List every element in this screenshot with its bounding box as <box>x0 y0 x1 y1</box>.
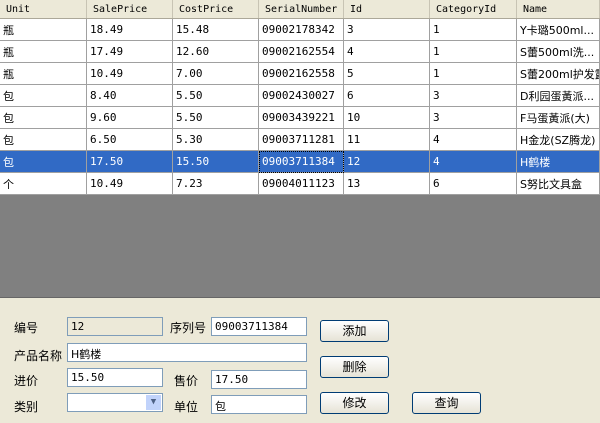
table-row[interactable]: 瓶 10.49 7.00 09002162558 5 1 S蕾200ml护发露 <box>0 62 600 85</box>
table-cell-id[interactable]: 6 <box>343 84 430 107</box>
table-cell-costprice[interactable]: 7.23 <box>172 172 259 195</box>
table-row[interactable]: 包 17.50 15.50 09003711384 12 4 H鹤楼 <box>0 150 600 173</box>
table-cell-unit[interactable]: 瓶 <box>0 62 87 85</box>
unit-label: 单位 <box>174 400 199 414</box>
table-cell-costprice[interactable]: 7.00 <box>172 62 259 85</box>
table-cell-serialnumber[interactable]: 09002162558 <box>258 62 344 85</box>
table-cell-name[interactable]: S努比文具盒 <box>516 172 600 195</box>
table-row[interactable]: 包 8.40 5.50 09002430027 6 3 D利园蛋黃派... <box>0 84 600 107</box>
table-cell-unit[interactable]: 瓶 <box>0 40 87 63</box>
table-row[interactable]: 瓶 18.49 15.48 09002178342 3 1 Y卡璐500ml... <box>0 18 600 41</box>
table-cell-costprice[interactable]: 12.60 <box>172 40 259 63</box>
col-header-unit[interactable]: Unit <box>0 0 87 19</box>
table-cell-name[interactable]: S蕾500ml洗... <box>516 40 600 63</box>
table-cell-saleprice[interactable]: 6.50 <box>86 128 173 151</box>
table-cell-saleprice[interactable]: 9.60 <box>86 106 173 129</box>
name-field[interactable]: H鹤楼 <box>67 343 307 362</box>
table-cell-name[interactable]: D利园蛋黃派... <box>516 84 600 107</box>
table-cell-saleprice[interactable]: 17.49 <box>86 40 173 63</box>
table-cell-categoryid[interactable]: 4 <box>429 128 517 151</box>
unit-field[interactable]: 包 <box>211 395 307 414</box>
cost-field[interactable]: 15.50 <box>67 368 163 387</box>
delete-button[interactable]: 删除 <box>320 356 389 378</box>
table-cell-unit[interactable]: 瓶 <box>0 18 87 41</box>
table-cell-name[interactable]: F马蛋黃派(大) <box>516 106 600 129</box>
table-cell-categoryid[interactable]: 1 <box>429 62 517 85</box>
table-cell-unit[interactable]: 包 <box>0 128 87 151</box>
table-cell-name[interactable]: Y卡璐500ml... <box>516 18 600 41</box>
col-header-id[interactable]: Id <box>343 0 430 19</box>
id-label: 编号 <box>14 321 39 335</box>
table-cell-id[interactable]: 12 <box>343 150 430 173</box>
serial-field[interactable]: 09003711384 <box>211 317 307 336</box>
category-select[interactable]: ▼ <box>67 393 163 412</box>
chevron-down-icon[interactable]: ▼ <box>146 395 161 410</box>
table-cell-costprice[interactable]: 5.30 <box>172 128 259 151</box>
cost-label: 进价 <box>14 374 39 388</box>
col-header-saleprice[interactable]: SalePrice <box>86 0 173 19</box>
table-cell-serialnumber[interactable]: 09002162554 <box>258 40 344 63</box>
table-cell-categoryid[interactable]: 1 <box>429 18 517 41</box>
table-cell-categoryid[interactable]: 3 <box>429 84 517 107</box>
col-header-categoryid[interactable]: CategoryId <box>429 0 517 19</box>
table-cell-name[interactable]: S蕾200ml护发露 <box>516 62 600 85</box>
table-cell-saleprice[interactable]: 17.50 <box>86 150 173 173</box>
table-row[interactable]: 个 10.49 7.23 09004011123 13 6 S努比文具盒 <box>0 172 600 195</box>
table-cell-categoryid[interactable]: 4 <box>429 150 517 173</box>
table-cell-id[interactable]: 3 <box>343 18 430 41</box>
sale-label: 售价 <box>174 374 199 388</box>
table-cell-serialnumber[interactable]: 09002178342 <box>258 18 344 41</box>
table-cell-saleprice[interactable]: 10.49 <box>86 172 173 195</box>
table-cell-serialnumber[interactable]: 09004011123 <box>258 172 344 195</box>
table-cell-serialnumber[interactable]: 09003711281 <box>258 128 344 151</box>
table-cell-serialnumber[interactable]: 09002430027 <box>258 84 344 107</box>
table-cell-id[interactable]: 5 <box>343 62 430 85</box>
table-cell-serialnumber[interactable]: 09003439221 <box>258 106 344 129</box>
table-cell-id[interactable]: 4 <box>343 40 430 63</box>
category-label: 类别 <box>14 400 39 414</box>
table-cell-unit[interactable]: 包 <box>0 150 87 173</box>
table-cell-name[interactable]: H鹤楼 <box>516 150 600 173</box>
table-cell-costprice[interactable]: 5.50 <box>172 84 259 107</box>
query-button[interactable]: 查询 <box>412 392 481 414</box>
grid-header: Unit SalePrice CostPrice SerialNumber Id… <box>0 0 600 19</box>
table-cell-saleprice[interactable]: 10.49 <box>86 62 173 85</box>
table-row[interactable]: 包 9.60 5.50 09003439221 10 3 F马蛋黃派(大) <box>0 106 600 129</box>
table-cell-categoryid[interactable]: 6 <box>429 172 517 195</box>
table-cell-categoryid[interactable]: 1 <box>429 40 517 63</box>
col-header-serialnumber[interactable]: SerialNumber <box>258 0 344 19</box>
table-row[interactable]: 瓶 17.49 12.60 09002162554 4 1 S蕾500ml洗... <box>0 40 600 63</box>
table-cell-id[interactable]: 10 <box>343 106 430 129</box>
table-row[interactable]: 包 6.50 5.30 09003711281 11 4 H金龙(SZ腾龙) <box>0 128 600 151</box>
products-grid[interactable]: Unit SalePrice CostPrice SerialNumber Id… <box>0 0 600 298</box>
table-cell-unit[interactable]: 包 <box>0 106 87 129</box>
table-cell-unit[interactable]: 包 <box>0 84 87 107</box>
table-cell-categoryid[interactable]: 3 <box>429 106 517 129</box>
col-header-name[interactable]: Name <box>516 0 600 19</box>
table-cell-serialnumber[interactable]: 09003711384 <box>258 150 344 173</box>
table-cell-costprice[interactable]: 15.50 <box>172 150 259 173</box>
add-button[interactable]: 添加 <box>320 320 389 342</box>
table-cell-costprice[interactable]: 5.50 <box>172 106 259 129</box>
sale-field[interactable]: 17.50 <box>211 370 307 389</box>
table-cell-costprice[interactable]: 15.48 <box>172 18 259 41</box>
col-header-costprice[interactable]: CostPrice <box>172 0 259 19</box>
table-cell-id[interactable]: 11 <box>343 128 430 151</box>
table-cell-name[interactable]: H金龙(SZ腾龙) <box>516 128 600 151</box>
table-cell-saleprice[interactable]: 8.40 <box>86 84 173 107</box>
name-label: 产品名称 <box>14 349 63 363</box>
id-field[interactable]: 12 <box>67 317 163 336</box>
table-cell-unit[interactable]: 个 <box>0 172 87 195</box>
serial-label: 序列号 <box>170 321 207 335</box>
modify-button[interactable]: 修改 <box>320 392 389 414</box>
table-cell-id[interactable]: 13 <box>343 172 430 195</box>
table-cell-saleprice[interactable]: 18.49 <box>86 18 173 41</box>
